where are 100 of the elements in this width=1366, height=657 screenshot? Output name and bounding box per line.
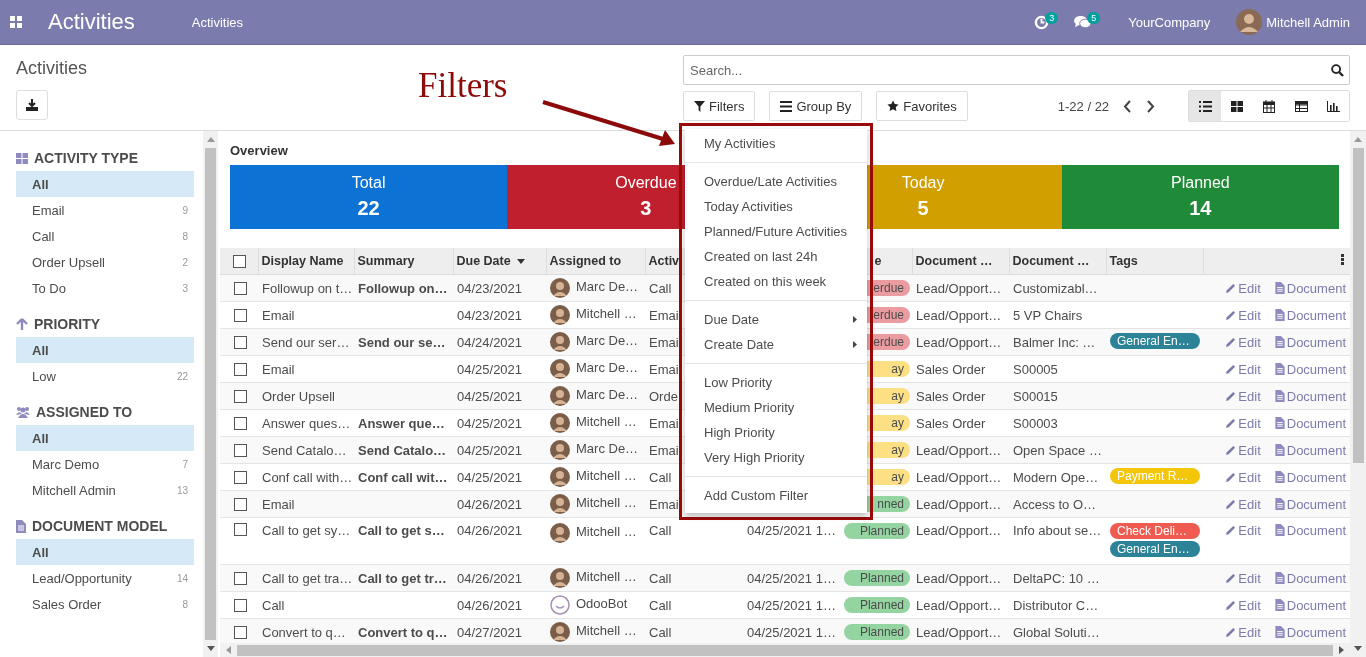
scroll-down-icon[interactable] bbox=[1354, 646, 1362, 651]
row-checkbox[interactable] bbox=[234, 470, 247, 484]
edit-link[interactable]: Edit bbox=[1225, 388, 1261, 404]
edit-link[interactable]: Edit bbox=[1225, 624, 1261, 640]
stat-card[interactable]: Total 22 bbox=[230, 165, 508, 229]
filter-list-item[interactable]: All bbox=[16, 539, 194, 565]
arrow-up-icon bbox=[16, 318, 28, 330]
edit-link[interactable]: Edit bbox=[1225, 442, 1261, 458]
row-checkbox[interactable] bbox=[234, 416, 247, 430]
bot-avatar-icon bbox=[550, 595, 570, 615]
row-checkbox[interactable] bbox=[234, 571, 247, 585]
apps-menu-icon[interactable] bbox=[10, 16, 22, 28]
edit-link[interactable]: Edit bbox=[1225, 469, 1261, 485]
edit-link[interactable]: Edit bbox=[1225, 307, 1261, 323]
company-switcher[interactable]: YourCompany bbox=[1128, 14, 1211, 30]
search-icon[interactable] bbox=[1331, 64, 1344, 77]
list-view-button[interactable] bbox=[1189, 91, 1221, 121]
table-cell: Conf call wit… bbox=[358, 469, 448, 485]
document-link[interactable]: Document bbox=[1274, 415, 1346, 431]
filter-list-item[interactable]: Email 9 bbox=[16, 197, 194, 223]
table-cell: Marc De… bbox=[576, 387, 639, 403]
row-checkbox[interactable] bbox=[234, 362, 247, 376]
column-header[interactable]: Activ bbox=[648, 254, 680, 268]
annotation-label: Filters bbox=[418, 66, 508, 106]
filter-menu-button[interactable]: Group By bbox=[769, 91, 863, 121]
menu-link[interactable]: Activities bbox=[191, 14, 244, 30]
edit-link[interactable]: Edit bbox=[1225, 523, 1261, 538]
column-header[interactable]: Tags bbox=[1109, 254, 1138, 268]
document-link[interactable]: Document bbox=[1274, 597, 1346, 613]
row-checkbox[interactable] bbox=[234, 625, 247, 639]
row-checkbox[interactable] bbox=[234, 523, 247, 536]
table-cell: DeltaPC: 10 … bbox=[1013, 570, 1100, 586]
caret-right-icon bbox=[853, 316, 857, 323]
scrollbar[interactable] bbox=[203, 131, 218, 657]
document-link[interactable]: Document bbox=[1274, 307, 1346, 323]
filter-list-item[interactable]: Low 22 bbox=[16, 363, 194, 389]
row-checkbox[interactable] bbox=[234, 281, 247, 295]
filter-menu-button[interactable]: Filters bbox=[683, 91, 756, 121]
row-checkbox[interactable] bbox=[234, 443, 247, 457]
filter-list-item[interactable]: Lead/Opportunity 14 bbox=[16, 565, 194, 591]
document-icon bbox=[1274, 362, 1285, 375]
row-checkbox[interactable] bbox=[234, 335, 247, 349]
filter-list-item[interactable]: All bbox=[16, 171, 194, 197]
edit-link[interactable]: Edit bbox=[1225, 415, 1261, 431]
document-link[interactable]: Document bbox=[1274, 334, 1346, 350]
search-field[interactable]: Search... bbox=[683, 55, 1350, 85]
edit-link[interactable]: Edit bbox=[1225, 334, 1261, 350]
scrollbar[interactable] bbox=[220, 643, 1350, 657]
document-link[interactable]: Document bbox=[1274, 388, 1346, 404]
document-link[interactable]: Document bbox=[1274, 523, 1346, 538]
document-link[interactable]: Document bbox=[1274, 496, 1346, 512]
row-checkbox[interactable] bbox=[234, 389, 247, 403]
filter-list-item[interactable]: Sales Order 8 bbox=[16, 591, 194, 617]
edit-link[interactable]: Edit bbox=[1225, 496, 1261, 512]
select-all-checkbox[interactable] bbox=[233, 254, 246, 268]
pencil-icon bbox=[1225, 336, 1237, 348]
row-checkbox[interactable] bbox=[234, 497, 247, 511]
stat-card[interactable]: Planned 14 bbox=[1061, 165, 1339, 229]
user-menu[interactable]: Mitchell Admin bbox=[1266, 14, 1350, 30]
filter-menu-button[interactable]: Favorites bbox=[876, 91, 968, 121]
document-icon bbox=[1274, 625, 1285, 638]
document-link[interactable]: Document bbox=[1274, 361, 1346, 377]
table-cell: Orde bbox=[649, 388, 678, 404]
column-header[interactable]: e bbox=[874, 254, 882, 268]
column-options-icon[interactable] bbox=[1340, 254, 1344, 265]
activity-count-badge: 3 bbox=[1045, 12, 1059, 24]
document-link[interactable]: Document bbox=[1274, 570, 1346, 586]
edit-link[interactable]: Edit bbox=[1225, 361, 1261, 377]
table-cell: Mitchell … bbox=[576, 414, 637, 430]
table-cell: Global Soluti… bbox=[1013, 624, 1100, 640]
edit-link[interactable]: Edit bbox=[1225, 597, 1261, 613]
scroll-right-icon[interactable] bbox=[1339, 646, 1344, 654]
table-cell: Mitchell … bbox=[576, 468, 637, 484]
filter-list-item[interactable]: Order Upsell 2 bbox=[16, 249, 194, 275]
table-cell: Lead/Opport… bbox=[916, 442, 1002, 458]
document-link[interactable]: Document bbox=[1274, 280, 1346, 296]
document-link[interactable]: Document bbox=[1274, 469, 1346, 485]
table-cell: Send Catalo… bbox=[358, 442, 447, 458]
download-button[interactable] bbox=[16, 90, 48, 120]
user-avatar-icon[interactable] bbox=[1236, 9, 1263, 35]
edit-link[interactable]: Edit bbox=[1225, 570, 1261, 586]
next-page-icon[interactable] bbox=[1146, 99, 1156, 113]
edit-link[interactable]: Edit bbox=[1225, 280, 1261, 296]
clock-icon[interactable] bbox=[1034, 14, 1050, 30]
dropdown-item[interactable]: Created on last 24h bbox=[685, 244, 867, 269]
table-cell: 04/23/2021 bbox=[457, 307, 523, 323]
filter-list-item[interactable]: Call 8 bbox=[16, 223, 194, 249]
filter-list-item[interactable]: Mitchell Admin 13 bbox=[16, 477, 194, 503]
scroll-down-icon[interactable] bbox=[206, 646, 215, 651]
filter-list-item[interactable]: Marc Demo 7 bbox=[16, 451, 194, 477]
document-link[interactable]: Document bbox=[1274, 624, 1346, 640]
scrollbar[interactable] bbox=[1350, 131, 1366, 657]
filter-list-item[interactable]: All bbox=[16, 337, 194, 363]
filter-list-item[interactable]: To Do 3 bbox=[16, 275, 194, 301]
row-checkbox[interactable] bbox=[234, 308, 247, 322]
row-checkbox[interactable] bbox=[234, 598, 247, 612]
dropdown-item[interactable]: My Activities bbox=[685, 131, 867, 156]
previous-page-icon[interactable] bbox=[1123, 99, 1133, 113]
filter-list-item[interactable]: All bbox=[16, 425, 194, 451]
document-link[interactable]: Document bbox=[1274, 442, 1346, 458]
